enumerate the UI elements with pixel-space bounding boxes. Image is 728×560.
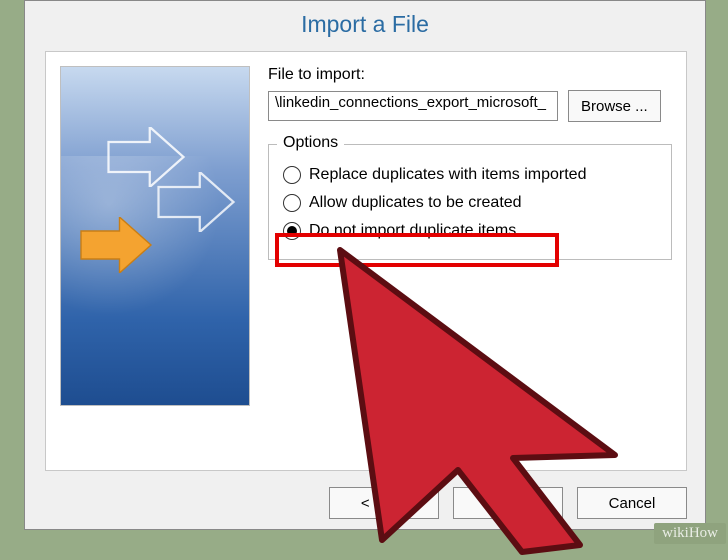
import-file-dialog: Import a File File to import: \linkedin_… [24, 0, 706, 530]
radio-replace-duplicates[interactable]: Replace duplicates with items imported [281, 161, 659, 189]
wizard-buttons: < Back Next > Cancel [329, 487, 687, 519]
radio-label: Do not import duplicate items [309, 222, 516, 240]
browse-button[interactable]: Browse ... [568, 90, 661, 122]
radio-icon [283, 166, 301, 184]
file-row: \linkedin_connections_export_microsoft_ … [268, 90, 672, 122]
back-button[interactable]: < Back [329, 487, 439, 519]
dialog-title: Import a File [25, 1, 705, 52]
watermark: wikiHow [654, 523, 726, 544]
radio-label: Replace duplicates with items imported [309, 166, 586, 184]
radio-icon-selected [283, 222, 301, 240]
options-fieldset: Options Replace duplicates with items im… [268, 144, 672, 260]
file-to-import-label: File to import: [268, 66, 672, 84]
radio-icon [283, 194, 301, 212]
options-legend: Options [277, 134, 344, 152]
wizard-graphic [60, 66, 250, 406]
next-button[interactable]: Next > [453, 487, 563, 519]
dialog-body: File to import: \linkedin_connections_ex… [45, 51, 687, 471]
radio-allow-duplicates[interactable]: Allow duplicates to be created [281, 189, 659, 217]
cancel-button[interactable]: Cancel [577, 487, 687, 519]
radio-label: Allow duplicates to be created [309, 194, 522, 212]
right-column: File to import: \linkedin_connections_ex… [268, 66, 672, 456]
radio-do-not-import-duplicates[interactable]: Do not import duplicate items [281, 217, 659, 245]
file-path-input[interactable]: \linkedin_connections_export_microsoft_ [268, 91, 558, 121]
